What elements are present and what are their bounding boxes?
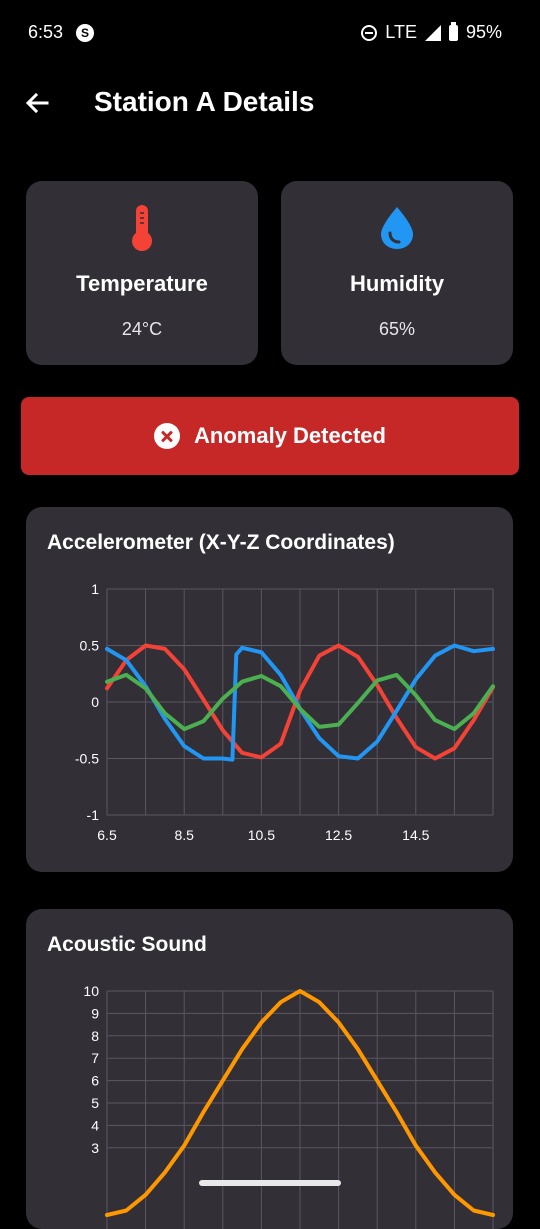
y-tick-label: 5 — [91, 1095, 99, 1111]
water-drop-icon — [377, 203, 417, 256]
x-tick-label: 6.5 — [97, 827, 117, 843]
y-tick-label: 1 — [91, 581, 99, 597]
page-title: Station A Details — [94, 86, 315, 117]
home-indicator[interactable] — [199, 1180, 341, 1186]
y-tick-label: 4 — [91, 1117, 99, 1133]
y-tick-label: 8 — [91, 1028, 99, 1044]
sensor-value: 65% — [378, 319, 416, 339]
sensor-name: Temperature — [76, 271, 208, 296]
y-tick-label: -0.5 — [75, 751, 99, 767]
status-time: 6:53 — [28, 22, 64, 42]
battery-level: 95% — [465, 22, 502, 42]
status-bar: 6:53 S LTE 95% — [0, 0, 540, 66]
do-not-disturb-icon — [361, 24, 378, 41]
back-button[interactable] — [20, 86, 54, 120]
temperature-card: Temperature 24°C — [26, 181, 258, 365]
thermometer-icon — [126, 203, 158, 256]
humidity-card: Humidity 65% — [281, 181, 513, 365]
arrow-back-icon — [25, 92, 49, 114]
y-tick-label: 9 — [91, 1005, 99, 1021]
sensor-name: Humidity — [349, 271, 445, 296]
app-notification-icon: S — [76, 24, 94, 42]
accelerometer-chart-card: Accelerometer (X-Y-Z Coordinates) 1 0.5 0-… — [26, 507, 513, 872]
y-tick-label: 10 — [83, 983, 99, 999]
y-tick-label: 0.5 — [80, 638, 100, 654]
x-tick-label: 12.5 — [325, 827, 352, 843]
error-circle-icon — [154, 423, 181, 449]
app-bar: Station A Details — [0, 66, 540, 146]
signal-icon — [424, 24, 441, 41]
x-tick-label: 14.5 — [402, 827, 429, 843]
y-tick-label: 3 — [91, 1140, 99, 1156]
network-type: LTE — [385, 22, 417, 42]
y-tick-label: 7 — [91, 1050, 99, 1066]
alert-text: Anomaly Detected — [194, 423, 386, 448]
y-tick-label: -1 — [87, 807, 100, 823]
status-indicators: LTE 95% — [361, 21, 502, 43]
battery-icon — [448, 21, 458, 41]
accelerometer-chart: 10.50-0.5-16.5 8.5 10.5 12.5 14.5 — [75, 581, 495, 843]
x-tick-label: 8.5 — [174, 827, 194, 843]
y-tick-label: 0 — [91, 694, 99, 710]
anomaly-alert[interactable]: Anomaly Detected — [21, 397, 519, 475]
sensor-value: 24°C — [121, 319, 163, 339]
y-tick-label: 6 — [91, 1073, 99, 1089]
x-tick-label: 10.5 — [248, 827, 275, 843]
